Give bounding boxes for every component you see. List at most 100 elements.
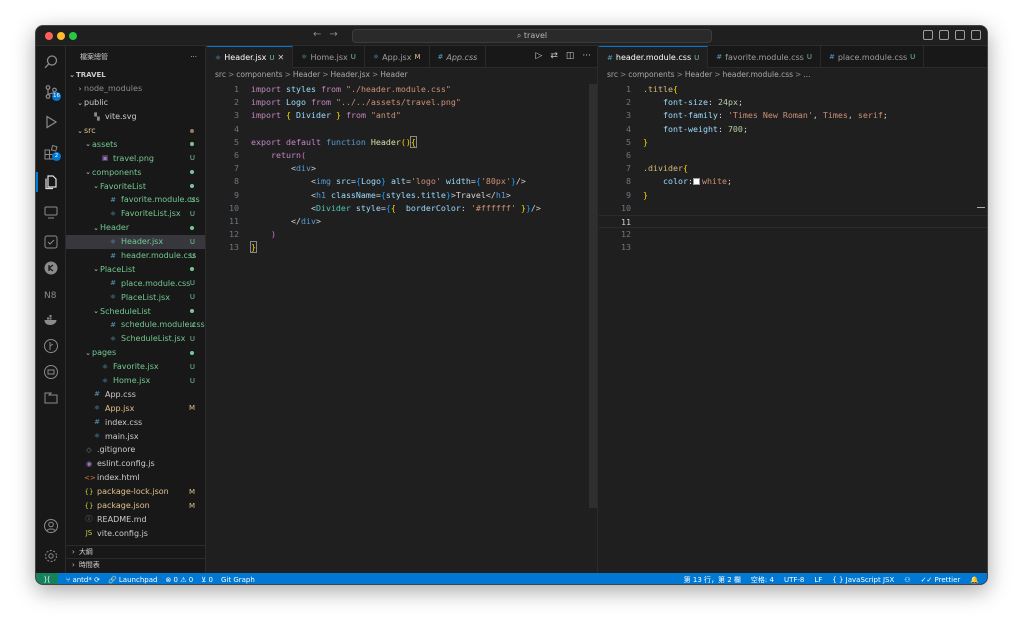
maximize-window-button[interactable] bbox=[69, 32, 77, 40]
breadcrumb-item[interactable]: Header bbox=[293, 70, 320, 79]
encoding-status[interactable]: UTF-8 bbox=[784, 576, 804, 584]
copilot-icon[interactable] bbox=[41, 362, 61, 382]
breadcrumb[interactable]: src > components > Header > Header.jsx > Header bbox=[215, 70, 408, 82]
code-line[interactable]: 11 bbox=[599, 214, 987, 229]
tree-item[interactable]: ⚛ Favorite.jsx U bbox=[66, 360, 205, 374]
breadcrumb-item[interactable]: src bbox=[607, 70, 618, 79]
editor-scrollbar[interactable] bbox=[589, 84, 597, 508]
tree-item[interactable]: ⌄ PlaceList bbox=[66, 262, 205, 276]
branch-status[interactable]: ⑂ antd* ⟳ bbox=[66, 576, 100, 584]
command-center-search[interactable]: ⌕ travel bbox=[352, 29, 712, 43]
tree-item[interactable]: ⚛ ScheduleList.jsx U bbox=[66, 332, 205, 346]
close-tab-icon[interactable]: ✕ bbox=[277, 53, 284, 62]
explorer-more-actions-icon[interactable]: ··· bbox=[190, 53, 197, 61]
split-editor-icon[interactable]: ◫ bbox=[566, 51, 575, 61]
editor-tab[interactable]: ⚛ Header.jsx U ✕ bbox=[207, 46, 294, 68]
compare-changes-icon[interactable]: ⇄ bbox=[550, 51, 558, 61]
docker-icon[interactable] bbox=[41, 310, 61, 330]
explorer-icon[interactable] bbox=[36, 172, 61, 192]
breadcrumb[interactable]: src > components > Header > header.module.css >… bbox=[607, 70, 811, 82]
tree-item[interactable]: ▣ travel.png U bbox=[66, 151, 205, 165]
prettier-status[interactable]: ✓✓ Prettier bbox=[921, 576, 961, 584]
tree-item[interactable]: ⚛ Header.jsx U bbox=[66, 234, 205, 249]
tree-item[interactable]: # place.module.css U bbox=[66, 276, 205, 290]
tree-item[interactable]: # App.css bbox=[66, 387, 205, 401]
tree-item[interactable]: ⚛ Home.jsx U bbox=[66, 374, 205, 388]
breadcrumb-item[interactable]: Header bbox=[380, 70, 407, 79]
git-graph-icon[interactable] bbox=[41, 336, 61, 356]
code-line[interactable]: 8 <img src={Logo} alt='logo' width={'80p… bbox=[207, 175, 597, 188]
source-control-icon[interactable]: 16 bbox=[41, 82, 61, 102]
tree-item[interactable]: ⚛ FavoriteList.jsx U bbox=[66, 207, 205, 221]
tree-item[interactable]: # header.module.css U bbox=[66, 249, 205, 263]
language-mode[interactable]: { } JavaScript JSX bbox=[832, 576, 894, 584]
remote-explorer-icon[interactable] bbox=[41, 202, 61, 222]
eol-status[interactable]: LF bbox=[814, 576, 822, 584]
testing-icon[interactable] bbox=[41, 232, 61, 252]
settings-gear-icon[interactable] bbox=[41, 546, 61, 566]
tree-item[interactable]: › node_modules bbox=[66, 82, 205, 96]
n8n-icon[interactable]: N8 bbox=[41, 284, 61, 304]
customize-layout-icon[interactable] bbox=[971, 30, 981, 40]
tree-item[interactable]: ◇ .gitignore bbox=[66, 443, 205, 457]
notifications-icon[interactable]: 🔔 bbox=[970, 576, 979, 584]
remote-indicator-icon[interactable]: ⟩⟨ bbox=[36, 573, 58, 584]
tree-item[interactable]: ⚛ main.jsx bbox=[66, 429, 205, 443]
search-icon[interactable] bbox=[41, 52, 61, 72]
breadcrumb-item[interactable]: Header.jsx bbox=[331, 70, 370, 79]
tree-item[interactable]: ⌄ FavoriteList bbox=[66, 179, 205, 193]
workspace-root[interactable]: ⌄ TRAVEL bbox=[66, 68, 205, 82]
code-editor-right[interactable]: 1 .title{2 font-size: 24px; 3 font-family:… bbox=[599, 83, 987, 254]
code-line[interactable]: 8 color: white; bbox=[599, 175, 987, 188]
git-graph-status[interactable]: Git Graph bbox=[221, 576, 255, 584]
code-line[interactable]: 5 export default function Header(){ bbox=[207, 135, 597, 149]
gitkraken-icon[interactable] bbox=[41, 258, 61, 278]
code-line[interactable]: 3 font-family: 'Times New Roman', Times,… bbox=[599, 109, 987, 122]
code-line[interactable]: 10 <Divider style={{ borderColor: '#ffff… bbox=[207, 202, 597, 215]
toggle-secondary-sidebar-icon[interactable] bbox=[955, 30, 965, 40]
navigation-arrows[interactable]: ←→ bbox=[313, 29, 346, 40]
tree-item[interactable]: ⚛ App.jsx M bbox=[66, 401, 205, 415]
tree-item[interactable]: ◉ eslint.config.js bbox=[66, 457, 205, 471]
tree-item[interactable]: ▚ vite.svg bbox=[66, 110, 205, 124]
code-line[interactable]: 6 bbox=[599, 149, 987, 162]
run-debug-icon[interactable] bbox=[41, 112, 61, 132]
editor-tab[interactable]: # header.module.css U bbox=[599, 46, 709, 68]
tree-item[interactable]: ⌄ pages bbox=[66, 346, 205, 360]
code-line[interactable]: 5} bbox=[599, 136, 987, 149]
more-actions-icon[interactable]: ··· bbox=[582, 51, 591, 61]
code-editor-left[interactable]: 1 import styles from "./header.module.css… bbox=[207, 83, 597, 254]
launchpad-status[interactable]: 🔗 Launchpad bbox=[108, 576, 157, 584]
indentation-status[interactable]: 空格: 4 bbox=[751, 575, 774, 585]
breadcrumb-item[interactable]: header.module.css bbox=[723, 70, 794, 79]
breadcrumb-item[interactable]: src bbox=[215, 70, 226, 79]
code-line[interactable]: 7 .divider{ bbox=[599, 162, 987, 175]
code-line[interactable]: 4 bbox=[207, 123, 597, 136]
editor-tab[interactable]: ⚛ Home.jsx U bbox=[293, 46, 365, 68]
editor-tab[interactable]: ⚛ App.jsx M bbox=[365, 46, 430, 68]
tree-item[interactable]: <> index.html bbox=[66, 471, 205, 485]
copilot-status-icon[interactable]: ⚇ bbox=[904, 576, 910, 584]
tree-item[interactable]: ⌄ assets bbox=[66, 137, 205, 151]
code-line[interactable]: 13} bbox=[207, 241, 597, 254]
breadcrumb-item[interactable]: components bbox=[236, 70, 282, 79]
account-icon[interactable] bbox=[41, 516, 61, 536]
code-line[interactable]: 6 return( bbox=[207, 149, 597, 162]
code-line[interactable]: 9} bbox=[599, 189, 987, 202]
tree-item[interactable]: ⚛ PlaceList.jsx U bbox=[66, 290, 205, 304]
tree-item[interactable]: {} package-lock.json M bbox=[66, 485, 205, 499]
ports-status[interactable]: ⊻ 0 bbox=[201, 576, 213, 584]
toggle-panel-icon[interactable] bbox=[939, 30, 949, 40]
code-line[interactable]: 1 .title{ bbox=[599, 83, 987, 96]
close-window-button[interactable] bbox=[45, 32, 53, 40]
code-line[interactable]: 4 font-weight: 700; bbox=[599, 123, 987, 136]
run-icon[interactable]: ▷ bbox=[535, 51, 542, 61]
editor-tab[interactable]: # place.module.css U bbox=[821, 46, 925, 68]
tree-item[interactable]: # schedule.module.css U bbox=[66, 318, 205, 332]
tree-item[interactable]: ⌄ Header bbox=[66, 221, 205, 235]
timeline-section[interactable]: › 時間表 bbox=[66, 558, 205, 571]
toggle-primary-sidebar-icon[interactable] bbox=[923, 30, 933, 40]
code-line[interactable]: 2 font-size: 24px; bbox=[599, 96, 987, 109]
problems-status[interactable]: ⊗ 0 ⚠ 0 bbox=[165, 576, 193, 584]
code-line[interactable]: 3 import { Divider } from "antd" bbox=[207, 109, 597, 122]
